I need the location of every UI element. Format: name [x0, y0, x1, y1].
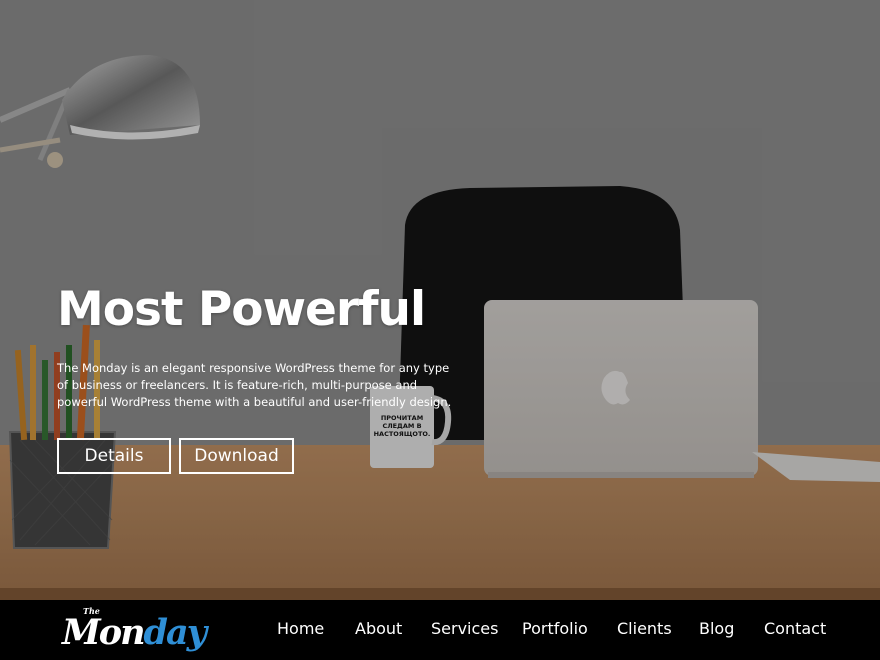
nav-item-clients[interactable]: Clients: [617, 619, 672, 638]
hero-buttons: Details Download: [57, 438, 467, 474]
download-button[interactable]: Download: [179, 438, 294, 474]
nav-menu: Home About Services Portfolio Clients Bl…: [0, 600, 880, 660]
nav-item-blog[interactable]: Blog: [699, 619, 734, 638]
nav-item-home[interactable]: Home: [277, 619, 324, 638]
hero-description: The Monday is an elegant responsive Word…: [57, 361, 452, 409]
hero-title: Most Powerful: [57, 282, 426, 337]
nav-item-about[interactable]: About: [355, 619, 402, 638]
hero-section: ПРОЧИТАМ СЛЕДАМ В НАСТОЯЩОТО. Most Power…: [0, 0, 880, 600]
nav-item-services[interactable]: Services: [431, 619, 498, 638]
hero-content: Most Powerful The Monday is an elegant r…: [57, 280, 467, 474]
nav-item-portfolio[interactable]: Portfolio: [522, 619, 588, 638]
details-button[interactable]: Details: [57, 438, 171, 474]
nav-item-contact[interactable]: Contact: [764, 619, 826, 638]
main-navbar: The Monday Home About Services Portfolio…: [0, 600, 880, 660]
